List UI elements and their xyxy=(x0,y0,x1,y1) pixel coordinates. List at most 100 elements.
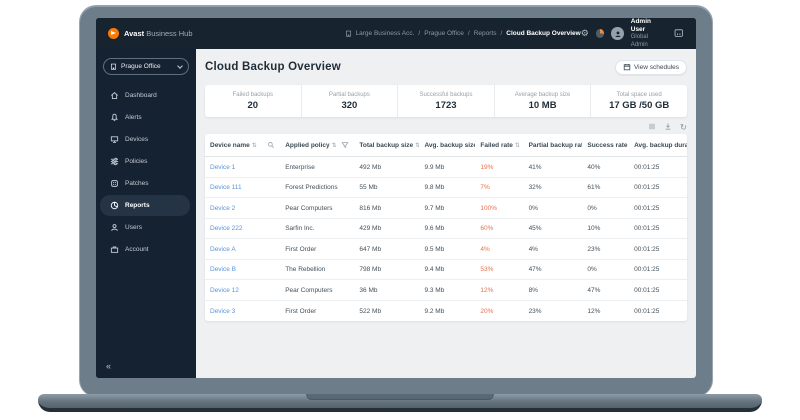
table-row[interactable]: Device 2 Pear Computers 816 Mb 9.7 Mb 10… xyxy=(205,198,687,219)
sidebar-item-reports[interactable]: Reports xyxy=(100,195,190,216)
column-label: Success rate xyxy=(587,142,627,149)
table-row[interactable]: Device 1 Enterprise 492 Mb 9.9 Mb 19% 41… xyxy=(205,157,687,178)
sort-icon[interactable]: ⇅ xyxy=(332,142,337,149)
avatar[interactable] xyxy=(611,27,623,40)
refresh-icon[interactable]: ↻ xyxy=(680,123,687,132)
sort-icon[interactable]: ⇅ xyxy=(515,142,520,149)
sidebar-item-label: Alerts xyxy=(125,114,142,121)
success-rate-cell: 47% xyxy=(582,287,629,294)
failed-rate-cell: 100% xyxy=(475,205,523,212)
sidebar-item-alerts[interactable]: Alerts xyxy=(100,107,190,128)
sidebar-item-patches[interactable]: Patches xyxy=(100,173,190,194)
table-row[interactable]: Device A First Order 647 Mb 9.5 Mb 4% 4%… xyxy=(205,239,687,260)
user-block[interactable]: Admin User Global Admin xyxy=(631,18,666,49)
success-rate-cell: 10% xyxy=(582,225,629,232)
breadcrumb-item[interactable]: Prague Office xyxy=(424,30,464,37)
total-backup-size-cell: 798 Mb xyxy=(354,266,419,273)
column-label: Applied policy xyxy=(285,142,329,149)
sliders-icon xyxy=(110,157,119,166)
pie-chart-icon[interactable] xyxy=(596,29,605,38)
column-header-avg-backup-size[interactable]: Avg. backup size ⇅ xyxy=(419,142,475,149)
handbook-icon[interactable] xyxy=(673,28,684,39)
duration-cell: 00:01:25 xyxy=(629,287,687,294)
sort-icon[interactable]: ⇅ xyxy=(252,142,257,149)
total-backup-size-cell: 36 Mb xyxy=(354,287,419,294)
success-rate-cell: 61% xyxy=(582,184,629,191)
table-row[interactable]: Device B The Rebellion 798 Mb 9.4 Mb 53%… xyxy=(205,260,687,281)
column-header-failed-rate[interactable]: Failed rate ⇅ xyxy=(475,142,523,149)
sidebar-collapse-button[interactable]: « xyxy=(96,355,196,378)
user-name: Admin User xyxy=(631,18,666,34)
sidebar-item-account[interactable]: Account xyxy=(100,239,190,260)
device-name-link[interactable]: Device B xyxy=(205,266,280,273)
sidebar-item-devices[interactable]: Devices xyxy=(100,129,190,150)
column-label: Avg. backup size xyxy=(424,142,475,149)
table-row[interactable]: Device 3 First Order 522 Mb 9.2 Mb 20% 2… xyxy=(205,301,687,322)
column-header-partial-backup-rate[interactable]: Partial backup rate ⇅ xyxy=(524,142,583,149)
sidebar-item-dashboard[interactable]: Dashboard xyxy=(100,85,190,106)
chevron-down-icon xyxy=(177,63,183,69)
device-name-link[interactable]: Device 222 xyxy=(205,225,280,232)
laptop-bezel: Avast Business Hub Large Business Acc. /… xyxy=(80,6,712,396)
backup-table: Device name ⇅ Applied policy ⇅ Total bac… xyxy=(205,134,687,321)
avg-backup-size-cell: 9.2 Mb xyxy=(419,308,475,315)
duration-cell: 00:01:25 xyxy=(629,225,687,232)
gear-icon[interactable]: ⚙ xyxy=(581,29,589,38)
failed-rate-cell: 7% xyxy=(475,184,523,191)
column-header-total-backup-size[interactable]: Total backup size ⇅ xyxy=(354,142,419,149)
download-icon[interactable] xyxy=(664,122,672,131)
sidebar-item-label: Users xyxy=(125,224,142,231)
search-icon[interactable] xyxy=(267,141,275,149)
brand-title: Avast Business Hub xyxy=(124,29,193,38)
column-header-avg-backup-duration[interactable]: Avg. backup duration ⇅ xyxy=(629,142,687,149)
total-backup-size-cell: 55 Mb xyxy=(354,184,419,191)
applied-policy-cell: Pear Computers xyxy=(280,205,354,212)
partial-rate-cell: 41% xyxy=(524,164,583,171)
device-name-link[interactable]: Device 1 xyxy=(205,164,280,171)
stat-label: Failed backups xyxy=(233,92,273,98)
stat-value: 20 xyxy=(248,100,259,111)
columns-icon[interactable] xyxy=(648,122,656,131)
breadcrumb: Large Business Acc. / Prague Office / Re… xyxy=(345,30,581,37)
main-area: Prague Office Dashboard Alerts Devices xyxy=(96,49,696,378)
column-label: Total backup size xyxy=(359,142,413,149)
total-backup-size-cell: 492 Mb xyxy=(354,164,419,171)
page-header: Cloud Backup Overview View schedules xyxy=(205,56,687,78)
top-bar: Avast Business Hub Large Business Acc. /… xyxy=(96,18,696,49)
partial-rate-cell: 45% xyxy=(524,225,583,232)
breadcrumb-item[interactable]: Reports xyxy=(474,30,497,37)
applied-policy-cell: Sarfin Inc. xyxy=(280,225,354,232)
device-name-link[interactable]: Device 3 xyxy=(205,308,280,315)
device-name-link[interactable]: Device 111 xyxy=(205,184,280,191)
failed-rate-cell: 4% xyxy=(475,246,523,253)
filter-icon[interactable] xyxy=(341,141,349,149)
stat-total-space-used: Total space used 17 GB /50 GB xyxy=(590,85,687,117)
sidebar-item-policies[interactable]: Policies xyxy=(100,151,190,172)
partial-rate-cell: 4% xyxy=(524,246,583,253)
avg-backup-size-cell: 9.6 Mb xyxy=(419,225,475,232)
view-schedules-button[interactable]: View schedules xyxy=(615,60,687,75)
site-selector[interactable]: Prague Office xyxy=(103,58,189,75)
failed-rate-cell: 12% xyxy=(475,287,523,294)
column-label: Avg. backup duration xyxy=(634,142,687,149)
table-row[interactable]: Device 111 Forest Predictions 55 Mb 9.8 … xyxy=(205,178,687,199)
device-name-link[interactable]: Device A xyxy=(205,246,280,253)
column-header-success-rate[interactable]: Success rate ⇅ xyxy=(582,142,629,149)
table-row[interactable]: Device 222 Sarfin Inc. 429 Mb 9.6 Mb 60%… xyxy=(205,219,687,240)
sidebar-item-users[interactable]: Users xyxy=(100,217,190,238)
partial-rate-cell: 32% xyxy=(524,184,583,191)
table-header-row: Device name ⇅ Applied policy ⇅ Total bac… xyxy=(205,134,687,157)
duration-cell: 00:01:25 xyxy=(629,184,687,191)
column-header-device-name[interactable]: Device name ⇅ xyxy=(205,141,280,149)
laptop-screen: Avast Business Hub Large Business Acc. /… xyxy=(96,18,696,378)
failed-rate-cell: 60% xyxy=(475,225,523,232)
device-name-link[interactable]: Device 12 xyxy=(205,287,280,294)
table-row[interactable]: Device 12 Pear Computers 36 Mb 9.3 Mb 12… xyxy=(205,280,687,301)
breadcrumb-item[interactable]: Large Business Acc. xyxy=(356,30,415,37)
stats-card: Failed backups 20 Partial backups 320 Su… xyxy=(205,85,687,117)
column-header-applied-policy[interactable]: Applied policy ⇅ xyxy=(280,141,354,149)
device-name-link[interactable]: Device 2 xyxy=(205,205,280,212)
stat-label: Total space used xyxy=(617,92,662,98)
breadcrumb-current: Cloud Backup Overview xyxy=(506,30,580,37)
duration-cell: 00:01:25 xyxy=(629,266,687,273)
